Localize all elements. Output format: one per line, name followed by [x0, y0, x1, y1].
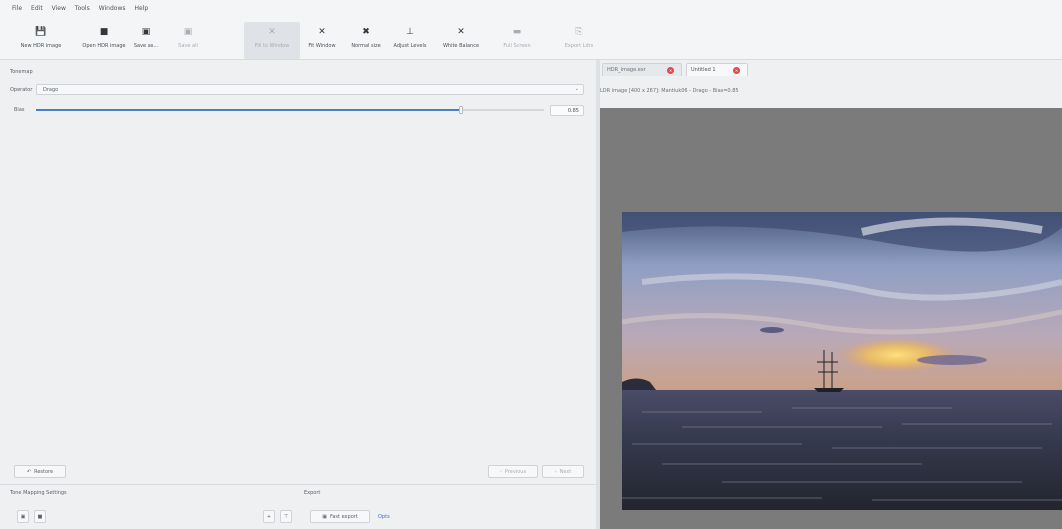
plus-icon: +	[266, 513, 272, 520]
image-info: LDR image [400 x 267]: Mantiuk06 - Drago…	[600, 88, 739, 94]
next-label: Next	[559, 468, 572, 475]
save-icon: 💾	[35, 27, 47, 37]
toolbar-label: Normal size	[351, 43, 381, 49]
save-icon: ▣	[141, 27, 151, 37]
tonemap-title: Tonemap	[10, 69, 33, 75]
menu-item-edit[interactable]: Edit	[31, 5, 43, 12]
save-icon: ▣	[322, 513, 327, 520]
add-preset-button[interactable]: +	[263, 510, 275, 523]
toolbar-export-ldrs-button[interactable]: ⎘ Export Ldrs	[548, 22, 610, 59]
load-settings-button[interactable]: ■	[34, 510, 46, 523]
toolbar-save-as-button[interactable]: ▣ Save as...	[125, 22, 167, 59]
delete-preset-button[interactable]: ⊤	[280, 510, 292, 523]
toolbar-label: New HDR image	[20, 43, 62, 49]
toolbar-white-balance-button[interactable]: ✕ White Balance	[434, 22, 488, 59]
tab-untitled-label: Untitled 1	[691, 67, 716, 73]
bias-slider-handle[interactable]	[459, 106, 464, 114]
restore-button[interactable]: ↶ Restore	[14, 465, 66, 478]
settings-title: Tone Mapping Settings	[10, 490, 67, 496]
toolbar-label: Adjust Levels	[393, 43, 427, 49]
tonemap-panel: Tonemap Operator Drago ⌄ Bias 0.85 ↶ Res…	[0, 60, 596, 529]
tab-hdr-image[interactable]: HDR_image.exr ✕	[602, 63, 682, 76]
save-icon: ▣	[183, 27, 193, 37]
toolbar-full-screen-button[interactable]: ▬ Full Screen	[490, 22, 544, 59]
menu-item-windows[interactable]: Windows	[99, 5, 126, 12]
fit-window-icon: ✕	[318, 27, 326, 37]
export-icon: ⎘	[575, 27, 583, 37]
close-icon[interactable]: ✕	[667, 67, 674, 74]
menu-item-tools[interactable]: Tools	[75, 5, 90, 12]
chevron-right-icon: ›	[554, 468, 557, 475]
image-viewer[interactable]	[600, 108, 1062, 529]
white-balance-icon: ✕	[457, 27, 465, 37]
toolbar-label: Save all	[178, 43, 198, 49]
toolbar-label: Open HDR image	[82, 43, 126, 49]
folder-icon: ■	[99, 27, 109, 37]
fast-export-button[interactable]: ▣ Fast export	[310, 510, 370, 523]
bias-spinbox[interactable]: 0.85	[550, 105, 584, 116]
fill-window-icon: ✕	[268, 27, 276, 37]
toolbar-new-hdr-image-button[interactable]: 💾 New HDR image	[14, 22, 68, 59]
toolbar-label: White Balance	[442, 43, 480, 49]
undo-icon: ↶	[26, 468, 32, 475]
options-link[interactable]: Opts	[378, 514, 390, 520]
bias-slider-fill	[36, 109, 460, 111]
toolbar-label: Full Screen	[503, 43, 531, 49]
bias-label: Bias	[14, 107, 25, 113]
restore-label: Restore	[34, 468, 54, 475]
toolbar-adjust-levels-button[interactable]: ⊥ Adjust Levels	[389, 22, 431, 59]
close-icon[interactable]: ✕	[733, 67, 740, 74]
toolbar-save-all-button[interactable]: ▣ Save all	[170, 22, 206, 59]
folder-icon: ■	[37, 513, 43, 520]
toolbar-label: Fit Window	[308, 43, 336, 49]
main-toolbar: 💾 New HDR image ■ Open HDR image ▣ Save as...…	[0, 22, 1062, 60]
operator-label: Operator	[10, 87, 33, 93]
operator-select[interactable]: Drago ⌄	[36, 84, 584, 95]
menu-item-view[interactable]: View	[52, 5, 66, 12]
export-title: Export	[304, 490, 321, 496]
menu-item-help[interactable]: Help	[135, 5, 149, 12]
full-screen-icon: ▬	[512, 27, 522, 37]
normal-size-icon: ✖	[362, 27, 370, 37]
previous-label: Previous	[504, 468, 527, 475]
toolbar-label: Fill to Window	[254, 43, 290, 49]
toolbar-label: Save as...	[133, 43, 159, 49]
divider	[0, 484, 596, 485]
menubar: File Edit View Tools Windows Help	[0, 0, 1062, 22]
bias-slider[interactable]	[36, 106, 544, 114]
tab-hdr-label: HDR_image.exr	[607, 67, 646, 73]
levels-icon: ⊥	[406, 27, 414, 37]
save-settings-button[interactable]: ▣	[17, 510, 29, 523]
trash-icon: ⊤	[283, 513, 289, 520]
menu-item-file[interactable]: File	[12, 5, 22, 12]
toolbar-fit-window-button[interactable]: ✕ Fit Window	[302, 22, 342, 59]
toolbar-label: Export Ldrs	[564, 43, 594, 49]
previous-button[interactable]: ‹ Previous	[488, 465, 538, 478]
preview-image	[622, 212, 1062, 510]
toolbar-fill-to-window-button[interactable]: ✕ Fill to Window	[244, 22, 300, 59]
toolbar-normal-size-button[interactable]: ✖ Normal size	[344, 22, 388, 59]
save-icon: ▣	[20, 513, 26, 520]
image-panel: HDR_image.exr ✕ Untitled 1 ✕ LDR image […	[600, 60, 1062, 529]
operator-value: Drago	[43, 87, 59, 93]
chevron-down-icon: ⌄	[574, 86, 579, 92]
fast-export-label: Fast export	[329, 513, 358, 520]
tab-untitled[interactable]: Untitled 1 ✕	[686, 63, 748, 76]
next-button[interactable]: › Next	[542, 465, 584, 478]
chevron-left-icon: ‹	[499, 468, 502, 475]
